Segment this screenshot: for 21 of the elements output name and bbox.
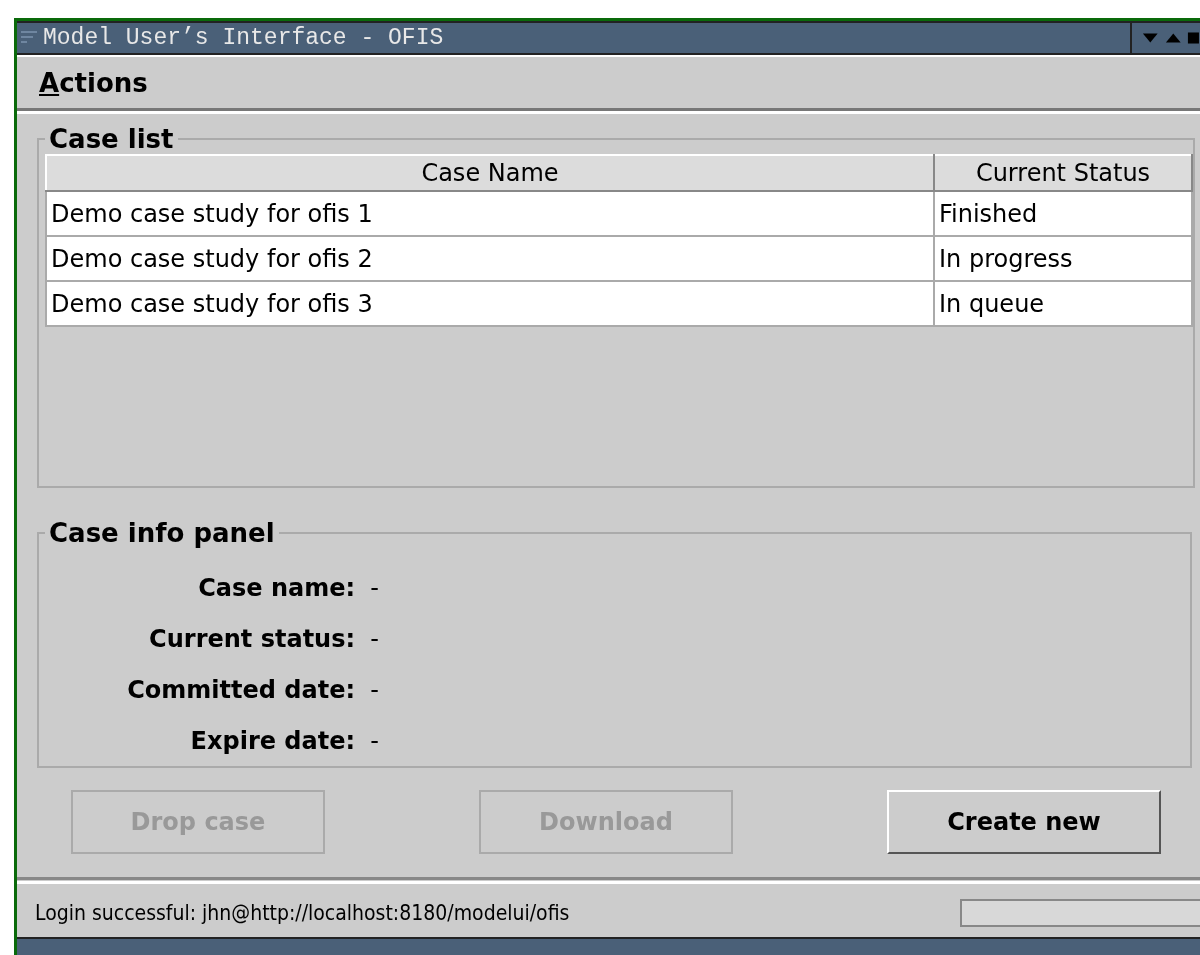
panel-title: Case info panel <box>48 518 276 548</box>
panel-title: Case list <box>48 124 175 154</box>
info-line: Current status: - <box>149 625 379 653</box>
column-header[interactable]: Case Name <box>46 155 934 191</box>
table-cell: Demo case study for ofis 3 <box>46 281 934 326</box>
info-line: Committed date: - <box>127 676 379 704</box>
table-cell: Demo case study for ofis 2 <box>46 236 934 281</box>
close-icon[interactable] <box>1187 31 1200 45</box>
table-cell: Finished <box>934 191 1192 236</box>
action-button[interactable]: Create new <box>887 790 1161 854</box>
window-title: Model User’s Interface - OFIS <box>42 25 445 51</box>
maximize-icon[interactable] <box>1164 31 1182 45</box>
info-line: Expire date: - <box>190 727 379 755</box>
table-cell: In progress <box>934 236 1192 281</box>
status-message: Login successful: jhn@http://localhost:8180/modelui/ofis <box>35 901 571 925</box>
menu-item[interactable]: Actions <box>39 67 148 98</box>
minimize-icon[interactable] <box>1142 31 1159 45</box>
table-cell: In queue <box>934 281 1192 326</box>
table-cell: Demo case study for ofis 1 <box>46 191 934 236</box>
column-header[interactable]: Current Status <box>934 155 1192 191</box>
info-line: Case name: - <box>198 574 379 602</box>
